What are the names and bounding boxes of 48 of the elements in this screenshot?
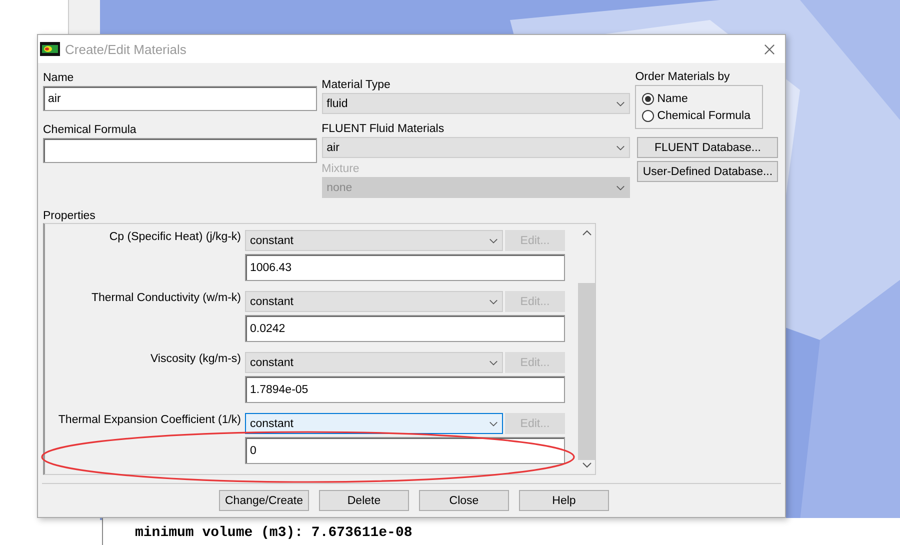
database-button[interactable]: FLUENT Database... bbox=[637, 137, 778, 158]
chevron-icon bbox=[489, 298, 498, 304]
dropdown[interactable]: constant bbox=[245, 352, 503, 373]
database-button[interactable]: User-Defined Database... bbox=[637, 161, 778, 182]
console-text: minimum volume (m3): 7.673611e-08 bbox=[135, 525, 412, 541]
input-field[interactable]: 1.7894e-05 bbox=[245, 376, 565, 403]
chevron-icon bbox=[489, 420, 498, 426]
property-label: Cp (Specific Heat) (j/kg-k) bbox=[108, 230, 242, 245]
property-label: Viscosity (kg/m-s) bbox=[149, 352, 242, 367]
dialog-button[interactable]: Change/Create bbox=[219, 490, 309, 511]
app-icon bbox=[40, 42, 60, 56]
radio-button[interactable] bbox=[642, 92, 654, 104]
input-field[interactable]: air bbox=[43, 86, 317, 111]
chevron-icon bbox=[489, 360, 498, 366]
field-label: Mixture bbox=[322, 162, 360, 176]
chevron-icon bbox=[616, 184, 626, 190]
dialog-button[interactable]: Close bbox=[419, 490, 509, 511]
section-label: Properties bbox=[43, 209, 96, 223]
chevron-icon bbox=[616, 144, 626, 150]
chevron-icon bbox=[489, 238, 498, 244]
field-label: Chemical Formula bbox=[43, 123, 138, 137]
dropdown[interactable]: constant bbox=[245, 230, 503, 251]
radio-label[interactable]: Name bbox=[657, 92, 688, 104]
dropdown[interactable]: constant bbox=[245, 413, 503, 434]
scroll-thumb[interactable] bbox=[578, 283, 595, 460]
dropdown[interactable]: air bbox=[322, 137, 630, 158]
input-field[interactable]: 0.0242 bbox=[245, 315, 565, 342]
field-label: Material Type bbox=[322, 78, 392, 92]
dropdown[interactable]: fluid bbox=[322, 93, 630, 114]
dialog-button[interactable]: Help bbox=[519, 490, 609, 511]
input-field[interactable]: 0 bbox=[245, 437, 565, 464]
field-label: FLUENT Fluid Materials bbox=[322, 122, 446, 136]
property-label: Thermal Conductivity (w/m-k) bbox=[90, 291, 242, 306]
dropdown[interactable]: constant bbox=[245, 291, 503, 312]
chevron-icon bbox=[616, 100, 626, 106]
dropdown: none bbox=[322, 177, 630, 198]
radio-label[interactable]: Chemical Formula bbox=[657, 110, 751, 122]
close-icon[interactable] bbox=[764, 44, 775, 54]
dialog-button[interactable]: Delete bbox=[319, 490, 409, 511]
window-title: Create/Edit Materials bbox=[65, 42, 188, 56]
property-label: Thermal Expansion Coefficient (1/k) bbox=[57, 413, 242, 428]
group-label: Order Materials by bbox=[635, 70, 731, 84]
field-label: Name bbox=[43, 71, 75, 85]
scroll-up-icon[interactable] bbox=[582, 230, 592, 236]
radio-button[interactable] bbox=[642, 110, 654, 122]
scroll-down-icon[interactable] bbox=[582, 462, 592, 468]
input-field[interactable] bbox=[43, 138, 317, 163]
input-field[interactable]: 1006.43 bbox=[245, 254, 565, 281]
